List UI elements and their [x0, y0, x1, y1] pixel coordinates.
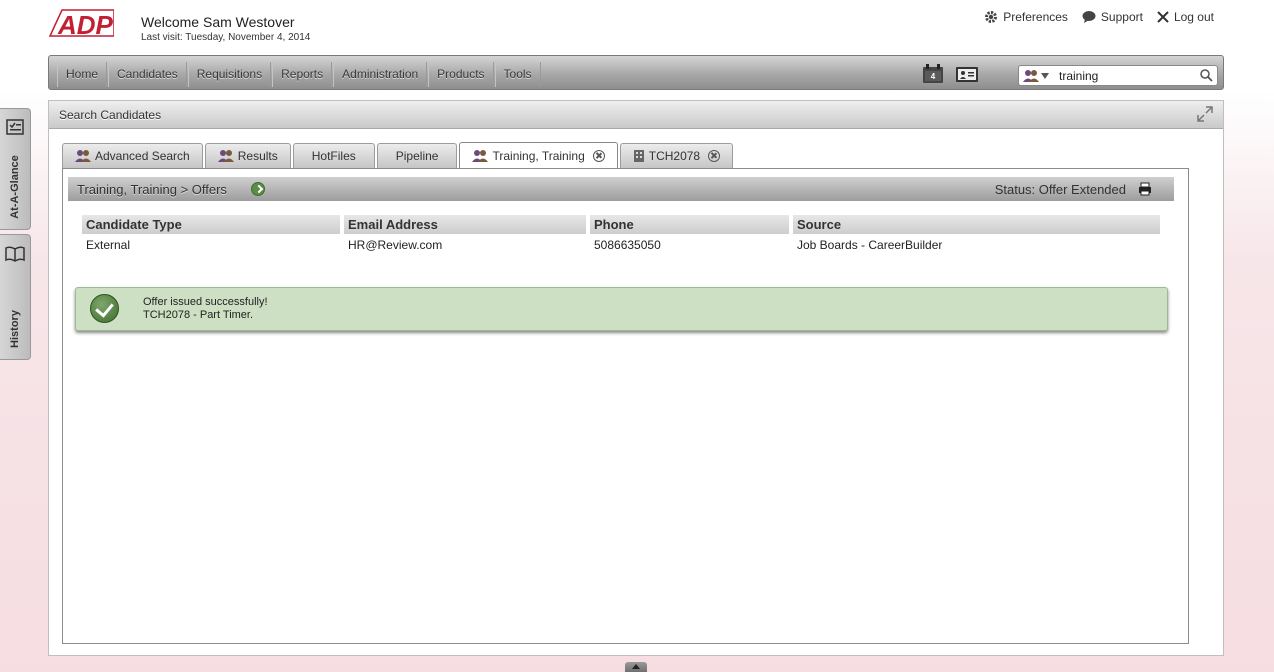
- building-icon: [633, 150, 644, 162]
- panel-title: Search Candidates: [59, 108, 162, 122]
- contact-card-button[interactable]: [955, 64, 978, 84]
- tab-results[interactable]: Results: [204, 143, 291, 168]
- print-icon[interactable]: [1138, 182, 1152, 196]
- top-links: Preferences Support Log out: [984, 10, 1214, 24]
- column-header: Source: [793, 215, 1160, 234]
- table-header-row: Candidate Type Email Address Phone Sourc…: [82, 215, 1160, 234]
- support-link[interactable]: Support: [1082, 10, 1143, 24]
- logout-label: Log out: [1173, 10, 1214, 24]
- preferences-label: Preferences: [1003, 10, 1068, 24]
- tab-label: Advanced Search: [95, 149, 190, 163]
- email-cell: HR@Review.com: [348, 238, 443, 252]
- nav-reports[interactable]: Reports: [272, 62, 333, 87]
- history-tab[interactable]: History: [0, 234, 31, 360]
- nav-administration[interactable]: Administration: [333, 62, 428, 87]
- breadcrumb[interactable]: Training, Training > Offers: [77, 182, 227, 197]
- main-nav: Home Candidates Requisitions Reports Adm…: [48, 55, 1224, 90]
- expand-drawer-handle[interactable]: [625, 662, 647, 672]
- nav-products[interactable]: Products: [428, 62, 494, 87]
- svg-text:4: 4: [931, 72, 936, 81]
- candidates-icon: [1023, 70, 1039, 82]
- breadcrumb-bar: Training, Training > Offers Status: Offe…: [68, 177, 1174, 201]
- id-card-icon: [956, 67, 978, 82]
- speech-bubble-icon: [1082, 11, 1096, 23]
- checklist-icon: [6, 119, 24, 135]
- nav-requisitions[interactable]: Requisitions: [187, 62, 272, 87]
- book-icon: [5, 246, 25, 262]
- tab-label: Results: [237, 149, 278, 163]
- candidate-offer-content: Training, Training > Offers Status: Offe…: [62, 168, 1189, 644]
- success-detail: TCH2078 - Part Timer.: [143, 309, 254, 321]
- checkmark-icon: [90, 294, 119, 323]
- tab-requisition-tch2078[interactable]: TCH2078: [619, 143, 734, 168]
- candidates-icon: [472, 150, 489, 162]
- tab-label: Training, Training: [492, 149, 585, 163]
- support-label: Support: [1100, 10, 1143, 24]
- tab-label: TCH2078: [648, 149, 701, 163]
- panel-header: Search Candidates: [49, 101, 1223, 129]
- search-icon[interactable]: [1200, 69, 1213, 82]
- at-a-glance-label: At-A-Glance: [9, 155, 21, 219]
- source-cell: Job Boards - CareerBuilder: [797, 238, 943, 252]
- logout-link[interactable]: Log out: [1157, 10, 1214, 24]
- search-candidates-panel: Search Candidates Advanced Search Result…: [48, 100, 1224, 656]
- candidate-info-table: Candidate Type Email Address Phone Sourc…: [78, 215, 1164, 256]
- history-label: History: [9, 310, 21, 348]
- table-row: External HR@Review.com 5086635050 Job Bo…: [82, 234, 1160, 256]
- svg-text:ADP: ADP: [57, 10, 114, 40]
- candidates-icon: [217, 150, 234, 162]
- global-search[interactable]: [1018, 65, 1218, 86]
- tab-candidate-training[interactable]: Training, Training: [459, 142, 618, 169]
- tab-advanced-search[interactable]: Advanced Search: [62, 143, 203, 168]
- last-visit: Last visit: Tuesday, November 4, 2014: [141, 32, 311, 43]
- calendar-button[interactable]: 4: [922, 64, 944, 84]
- success-message: Offer issued successfully! TCH2078 - Par…: [75, 287, 1168, 331]
- tab-pipeline[interactable]: Pipeline: [376, 143, 458, 168]
- adp-logo: ADP: [48, 8, 115, 40]
- arrow-right-icon[interactable]: [251, 182, 265, 196]
- candidates-icon: [75, 150, 91, 162]
- close-tab-icon[interactable]: [708, 150, 721, 162]
- panel-tabs: Advanced Search Results HotFiles Pipelin…: [62, 142, 735, 169]
- welcome-block: Welcome Sam Westover Last visit: Tuesday…: [141, 14, 310, 43]
- tab-hotfiles[interactable]: HotFiles: [292, 143, 375, 168]
- phone-cell: 5086635050: [594, 238, 661, 252]
- status-text: Status: Offer Extended: [994, 182, 1126, 197]
- nav-home[interactable]: Home: [57, 62, 108, 87]
- calendar-icon: 4: [923, 64, 943, 83]
- search-input[interactable]: [1059, 68, 1199, 84]
- at-a-glance-tab[interactable]: At-A-Glance: [0, 108, 31, 230]
- gear-icon: [985, 11, 998, 23]
- chevron-down-icon[interactable]: [1041, 73, 1049, 79]
- welcome-text: Welcome Sam Westover: [141, 14, 295, 30]
- close-tab-icon[interactable]: [592, 150, 605, 162]
- nav-candidates[interactable]: Candidates: [108, 62, 187, 87]
- expand-icon[interactable]: [1197, 106, 1213, 122]
- tab-label: Pipeline: [395, 149, 439, 163]
- nav-tools[interactable]: Tools: [494, 62, 541, 87]
- preferences-link[interactable]: Preferences: [984, 10, 1068, 24]
- adp-logo-icon: ADP: [48, 9, 115, 40]
- column-header: Candidate Type: [82, 215, 340, 234]
- column-header: Phone: [590, 215, 789, 234]
- candidate-type-cell: External: [86, 238, 131, 252]
- close-icon: [1157, 11, 1169, 23]
- column-header: Email Address: [344, 215, 586, 234]
- success-title: Offer issued successfully!: [143, 296, 268, 308]
- tab-label: HotFiles: [311, 149, 356, 163]
